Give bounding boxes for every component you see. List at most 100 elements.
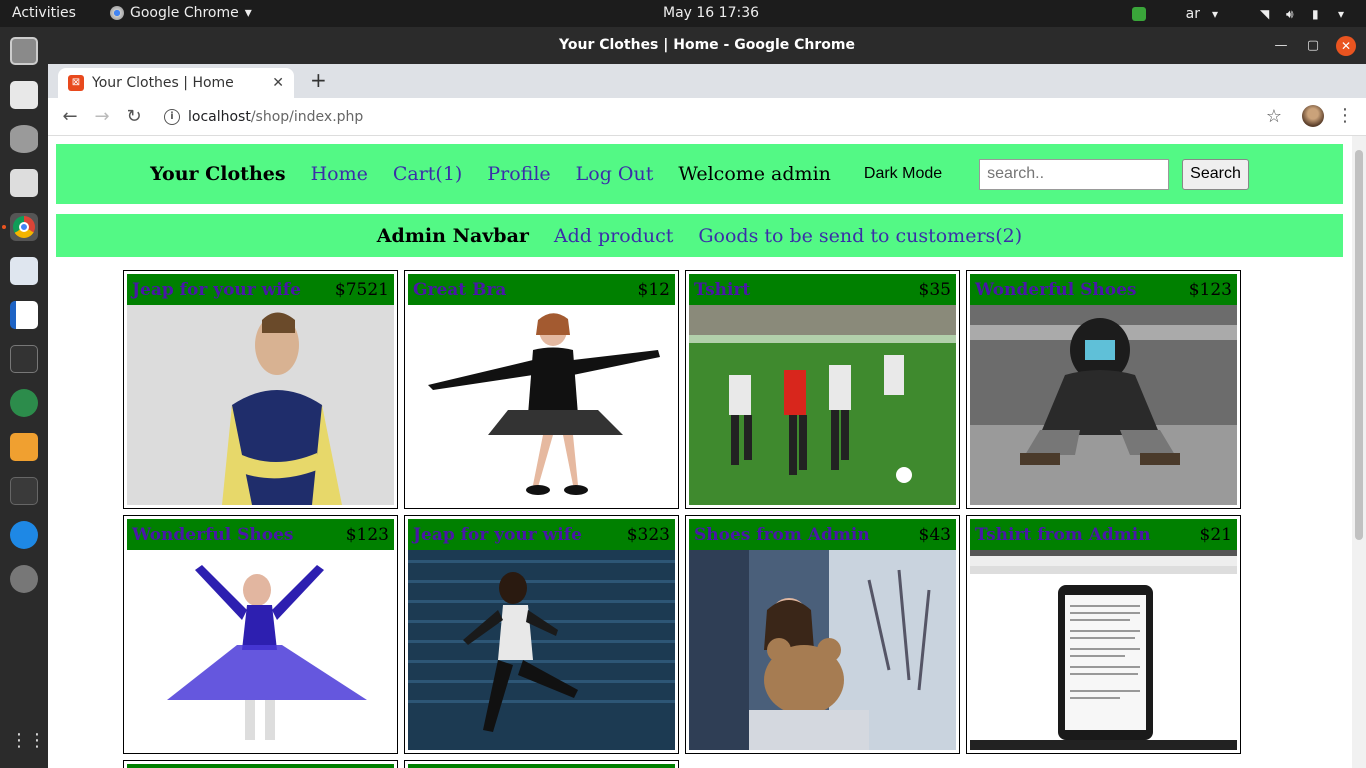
product-name: Wonderful Shoes xyxy=(975,279,1137,300)
browser-window: Your Clothes | Home - Google Chrome — ▢ … xyxy=(48,27,1366,768)
product-name: Tshirt xyxy=(694,279,751,300)
page-viewport: Your Clothes Home Cart(1) Profile Log Ou… xyxy=(48,136,1366,768)
minimize-icon[interactable]: — xyxy=(1272,27,1290,64)
maximize-icon[interactable]: ▢ xyxy=(1304,27,1322,64)
product-price: $7521 xyxy=(334,279,389,300)
product-card[interactable]: Great Bra $12 xyxy=(404,270,679,509)
tab-strip: ⊠ Your Clothes | Home ✕ + xyxy=(48,64,1366,98)
wifi-icon: ◥ xyxy=(1260,6,1270,21)
system-top-bar: Activities Google Chrome ▾ May 16 17:36 … xyxy=(0,0,1366,27)
product-card[interactable]: Jeap for your wife $7521 xyxy=(123,270,398,509)
text-editor-icon[interactable] xyxy=(10,81,38,109)
chevron-down-icon: ▾ xyxy=(1338,6,1345,21)
new-tab-icon[interactable]: + xyxy=(310,68,327,92)
browser-icon[interactable] xyxy=(10,389,38,417)
database-icon[interactable] xyxy=(10,125,38,153)
product-card[interactable] xyxy=(404,760,679,768)
product-image[interactable] xyxy=(127,550,394,750)
product-image[interactable] xyxy=(408,550,675,750)
product-image[interactable] xyxy=(970,305,1237,505)
keyboard-language[interactable]: ar xyxy=(1186,6,1200,22)
product-card[interactable]: Wonderful Shoes $123 xyxy=(966,270,1241,509)
chrome-icon xyxy=(110,6,124,20)
nav-home-link[interactable]: Home xyxy=(311,163,368,185)
search-input[interactable] xyxy=(979,158,1170,190)
chevron-down-icon: ▾ xyxy=(1212,6,1219,21)
window-title: Your Clothes | Home - Google Chrome xyxy=(559,37,855,53)
nav-cart-link[interactable]: Cart(1) xyxy=(393,163,463,185)
welcome-text: Welcome admin xyxy=(678,163,831,185)
system-tray[interactable]: ar ▾ ◥ 🔊︎ ▮ ▾ xyxy=(1131,0,1366,27)
url-path: /shop/index.php xyxy=(250,108,364,125)
product-name: Jeap for your wife xyxy=(132,279,301,300)
product-name: Jeap for your wife xyxy=(413,524,582,545)
brand-title: Your Clothes xyxy=(150,163,286,185)
product-image[interactable] xyxy=(689,550,956,750)
nav-logout-link[interactable]: Log Out xyxy=(576,163,654,185)
window-titlebar[interactable]: Your Clothes | Home - Google Chrome — ▢ … xyxy=(48,27,1366,64)
product-price: $123 xyxy=(345,524,389,545)
product-price: $12 xyxy=(637,279,670,300)
main-navbar: Your Clothes Home Cart(1) Profile Log Ou… xyxy=(56,144,1343,204)
add-product-link[interactable]: Add product xyxy=(554,225,673,247)
product-price: $21 xyxy=(1199,524,1232,545)
nav-profile-link[interactable]: Profile xyxy=(487,163,550,185)
document-viewer-icon[interactable] xyxy=(10,257,38,285)
product-name: Tshirt from Admin xyxy=(975,524,1151,545)
profile-avatar[interactable] xyxy=(1302,105,1324,127)
kebab-menu-icon[interactable]: ⋮ xyxy=(1336,105,1354,126)
chrome-dock-icon[interactable] xyxy=(10,213,38,241)
dock: ⋮⋮ xyxy=(0,27,48,768)
page-scrollbar[interactable] xyxy=(1352,136,1366,768)
search-button[interactable]: Search xyxy=(1182,158,1249,190)
product-card[interactable]: Wonderful Shoes $123 xyxy=(123,515,398,754)
product-card[interactable]: Tshirt $35 xyxy=(685,270,960,509)
chevron-down-icon: ▾ xyxy=(244,5,252,21)
system-monitor-icon[interactable] xyxy=(10,477,38,505)
files-icon[interactable] xyxy=(10,37,38,65)
browser-tab[interactable]: ⊠ Your Clothes | Home ✕ xyxy=(58,68,294,98)
volume-icon: 🔊︎ xyxy=(1286,6,1294,21)
app-name: Google Chrome xyxy=(130,5,239,21)
product-card[interactable]: Shoes from Admin $43 xyxy=(685,515,960,754)
xampp-favicon-icon: ⊠ xyxy=(68,75,84,91)
writer-icon[interactable] xyxy=(10,301,38,329)
product-card[interactable] xyxy=(123,760,398,768)
activities-button[interactable]: Activities xyxy=(12,5,76,21)
address-bar[interactable]: localhost/shop/index.php xyxy=(188,109,363,125)
info-icon[interactable]: i xyxy=(164,108,180,125)
product-image[interactable] xyxy=(408,305,675,505)
tab-title: Your Clothes | Home xyxy=(92,75,234,91)
bookmark-star-icon[interactable]: ☆ xyxy=(1266,106,1282,127)
tab-close-icon[interactable]: ✕ xyxy=(272,75,284,91)
goods-to-send-link[interactable]: Goods to be send to customers(2) xyxy=(698,225,1022,247)
toolbar: ← → ↻ i localhost/shop/index.php ☆ ⋮ xyxy=(48,98,1366,136)
forward-icon[interactable]: → xyxy=(86,106,118,127)
disc-icon[interactable] xyxy=(10,565,38,593)
dark-mode-toggle[interactable]: Dark Mode xyxy=(864,165,942,183)
close-icon[interactable]: ✕ xyxy=(1336,35,1356,56)
product-price: $323 xyxy=(626,524,670,545)
product-card[interactable]: Tshirt from Admin $21 xyxy=(966,515,1241,754)
clock[interactable]: May 16 17:36 xyxy=(663,5,759,21)
terminal-icon[interactable] xyxy=(10,345,38,373)
app-menu[interactable]: Google Chrome ▾ xyxy=(110,5,252,21)
product-name: Great Bra xyxy=(413,279,507,300)
product-image[interactable] xyxy=(127,305,394,505)
product-card[interactable]: Jeap for your wife $323 xyxy=(404,515,679,754)
admin-navbar-title: Admin Navbar xyxy=(376,224,529,247)
calculator-icon[interactable] xyxy=(10,433,38,461)
update-icon[interactable] xyxy=(1131,6,1146,21)
product-name: Shoes from Admin xyxy=(694,524,870,545)
skype-icon[interactable] xyxy=(10,521,38,549)
product-price: $123 xyxy=(1188,279,1232,300)
product-image[interactable] xyxy=(970,550,1237,750)
product-price: $43 xyxy=(918,524,951,545)
app-grid-icon[interactable]: ⋮⋮ xyxy=(10,727,46,755)
scrollbar-thumb[interactable] xyxy=(1355,150,1363,540)
reader-icon[interactable] xyxy=(10,169,38,197)
product-image[interactable] xyxy=(689,305,956,505)
product-name: Wonderful Shoes xyxy=(132,524,294,545)
back-icon[interactable]: ← xyxy=(54,106,86,127)
reload-icon[interactable]: ↻ xyxy=(118,106,150,127)
